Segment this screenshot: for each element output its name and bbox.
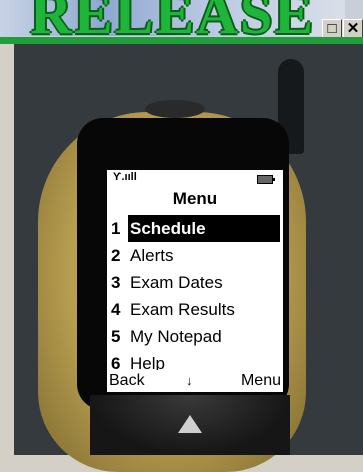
battery-icon xyxy=(257,175,275,184)
maximize-icon: □ xyxy=(327,20,337,37)
phone-earpiece xyxy=(145,100,205,118)
menu-item-number: 5 xyxy=(111,327,121,346)
softkey-bar: Back ↓ Menu xyxy=(107,370,283,392)
menu-item-exam-results[interactable]: 4 Exam Results xyxy=(107,296,283,323)
menu-item-label: Schedule xyxy=(128,215,280,242)
menu-softkey[interactable]: Menu xyxy=(241,370,281,392)
banner-underline xyxy=(0,37,363,44)
release-banner-text: RELEASE xyxy=(30,0,315,36)
menu-item-label: Exam Results xyxy=(130,300,235,319)
menu-item-exam-dates[interactable]: 3 Exam Dates xyxy=(107,269,283,296)
menu-item-alerts[interactable]: 2 Alerts xyxy=(107,242,283,269)
back-softkey[interactable]: Back xyxy=(109,370,145,392)
close-button[interactable]: ✕ xyxy=(343,19,363,38)
menu-item-number: 2 xyxy=(111,246,121,265)
release-banner: RELEASE xyxy=(0,0,345,36)
menu-item-label: Alerts xyxy=(130,246,174,265)
menu-item-number: 3 xyxy=(111,273,121,292)
maximize-button[interactable]: □ xyxy=(322,19,342,38)
menu-item-my-notepad[interactable]: 5 My Notepad xyxy=(107,323,283,350)
close-icon: ✕ xyxy=(346,20,360,37)
emulator-stage: Ƴ.ııll Menu 1 Schedule 2 Alerts 3 Exam D… xyxy=(0,44,363,472)
menu-item-label: Exam Dates xyxy=(130,273,223,292)
signal-icon: Ƴ.ııll xyxy=(113,171,137,183)
up-nav-key-icon[interactable] xyxy=(178,415,202,433)
status-bar: Ƴ.ııll xyxy=(107,170,283,188)
menu-item-number: 1 xyxy=(111,219,121,238)
menu-title: Menu xyxy=(172,189,218,208)
menu-item-number: 4 xyxy=(111,300,121,319)
phone-screen: Ƴ.ııll Menu 1 Schedule 2 Alerts 3 Exam D… xyxy=(107,170,283,392)
menu-item-label: My Notepad xyxy=(130,327,222,346)
menu-list: 1 Schedule 2 Alerts 3 Exam Dates 4 Exam … xyxy=(107,215,283,377)
menu-item-schedule[interactable]: 1 Schedule xyxy=(107,215,283,242)
down-arrow-icon[interactable]: ↓ xyxy=(186,370,193,392)
